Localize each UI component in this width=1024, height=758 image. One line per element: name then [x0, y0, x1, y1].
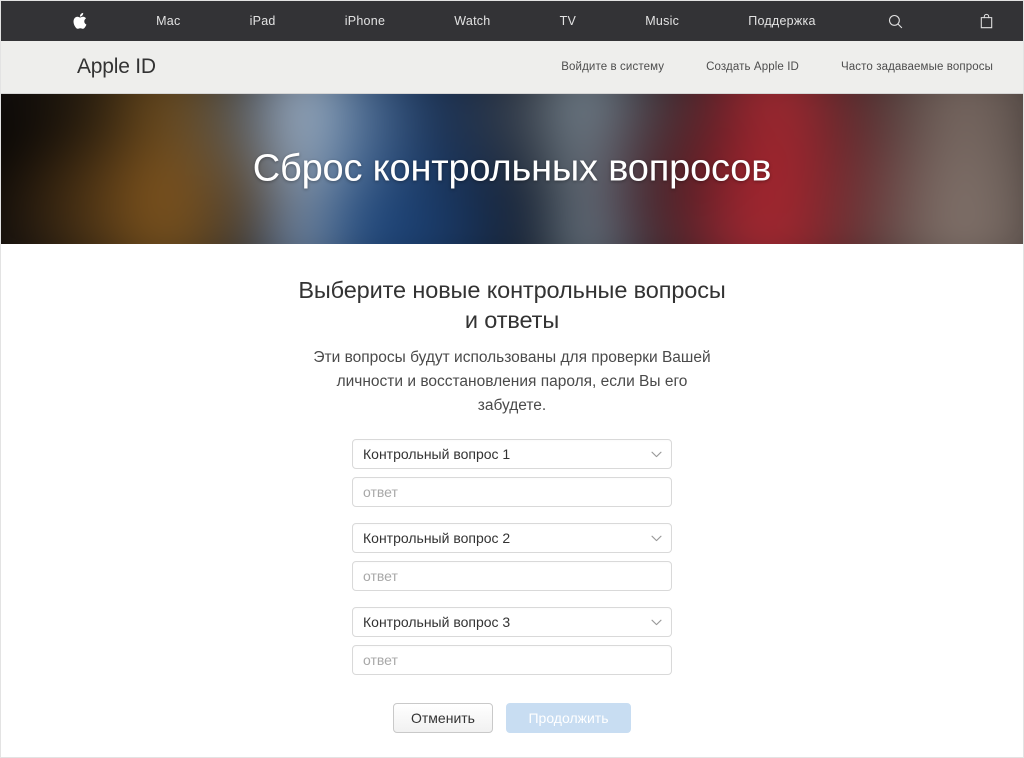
security-answer-input-1[interactable]: [352, 477, 672, 507]
cancel-button[interactable]: Отменить: [393, 703, 493, 733]
continue-button[interactable]: Продолжить: [506, 703, 631, 733]
globalnav-item-mac[interactable]: Mac: [156, 1, 180, 41]
security-answer-input-2[interactable]: [352, 561, 672, 591]
question-field-1: Контрольный вопрос 1: [352, 439, 672, 469]
answer-field-2: [352, 561, 672, 591]
globalnav-item-iphone[interactable]: iPhone: [345, 1, 385, 41]
localnav-links: Войдите в систему Создать Apple ID Часто…: [561, 61, 993, 73]
page-root: Mac iPad iPhone Watch TV Music Поддержка: [0, 0, 1024, 758]
hero-title: Сброс контрольных вопросов: [1, 148, 1023, 191]
globalnav-item-watch[interactable]: Watch: [454, 1, 490, 41]
shopping-bag-icon[interactable]: [976, 1, 998, 41]
answer-field-1: [352, 477, 672, 507]
apple-logo-icon[interactable]: [72, 12, 87, 30]
question-field-3: Контрольный вопрос 3: [352, 607, 672, 637]
security-question-select-2[interactable]: Контрольный вопрос 2: [352, 523, 672, 553]
localnav-title[interactable]: Apple ID: [77, 55, 156, 79]
search-icon[interactable]: [885, 1, 907, 41]
globalnav-item-music[interactable]: Music: [645, 1, 679, 41]
page-headline: Выберите новые контрольные вопросы и отв…: [297, 275, 727, 335]
security-answer-input-3[interactable]: [352, 645, 672, 675]
localnav-link-faq[interactable]: Часто задаваемые вопросы: [841, 61, 993, 73]
globalnav-item-tv[interactable]: TV: [560, 1, 576, 41]
localnav-apple-id-bar: Apple ID Войдите в систему Создать Apple…: [1, 41, 1023, 94]
localnav-link-create-apple-id[interactable]: Создать Apple ID: [706, 61, 799, 73]
global-navigation-bar: Mac iPad iPhone Watch TV Music Поддержка: [1, 1, 1023, 41]
security-questions-form: Контрольный вопрос 1 Контрольный вопрос …: [352, 439, 672, 675]
localnav-link-sign-in[interactable]: Войдите в систему: [561, 61, 664, 73]
form-actions: Отменить Продолжить: [1, 703, 1023, 733]
question-field-2: Контрольный вопрос 2: [352, 523, 672, 553]
page-subcopy: Эти вопросы будут использованы для прове…: [307, 346, 717, 418]
security-question-select-3[interactable]: Контрольный вопрос 3: [352, 607, 672, 637]
security-question-select-1[interactable]: Контрольный вопрос 1: [352, 439, 672, 469]
answer-field-3: [352, 645, 672, 675]
hero-banner: Сброс контрольных вопросов: [1, 94, 1023, 244]
globalnav-item-support[interactable]: Поддержка: [748, 1, 815, 41]
globalnav-item-ipad[interactable]: iPad: [250, 1, 276, 41]
main-content: Выберите новые контрольные вопросы и отв…: [1, 244, 1023, 733]
